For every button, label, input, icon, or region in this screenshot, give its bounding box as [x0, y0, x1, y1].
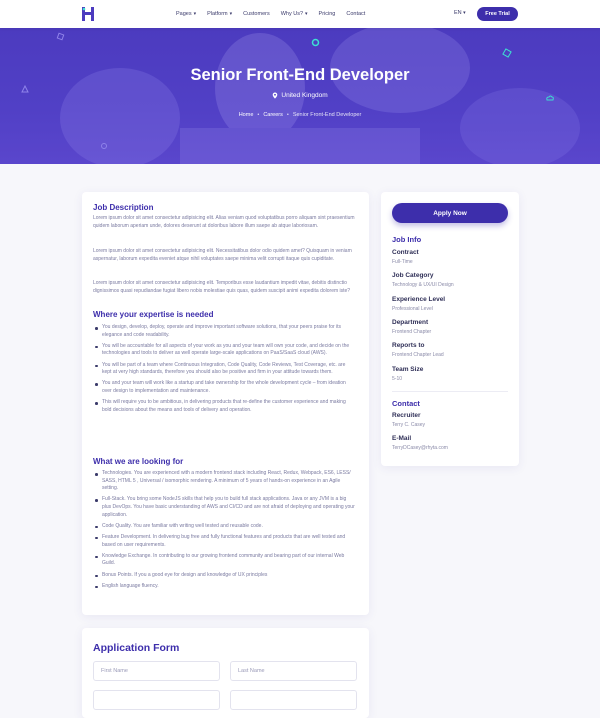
nav-item-label: Platform: [207, 11, 228, 17]
info-value: TerryDCasey@rhyta.com: [392, 445, 448, 452]
nav-item-label: Pricing: [318, 11, 336, 17]
nav-item-contact[interactable]: Contact: [346, 11, 365, 17]
job-description-heading: Job Description: [93, 203, 154, 212]
nav-item-whyus[interactable]: Why Us? ▾: [281, 11, 308, 17]
decor-circle-icon: [101, 143, 107, 149]
breadcrumb-separator: •: [257, 112, 260, 118]
list-item: You will be accountable for all aspects …: [93, 343, 355, 358]
nav-item-label: Pages: [176, 11, 192, 17]
expertise-list: You design, develop, deploy, operate and…: [93, 324, 355, 418]
job-location: United Kingdom: [0, 92, 600, 99]
map-pin-icon: [273, 92, 278, 99]
application-form-card: Application Form: [82, 628, 369, 718]
expertise-heading: Where your expertise is needed: [93, 310, 214, 319]
info-label: Department: [392, 318, 429, 326]
language-selector[interactable]: EN ▾: [454, 10, 466, 16]
info-value: Full-Time: [392, 259, 413, 265]
first-name-field[interactable]: [93, 661, 220, 681]
divider: [392, 391, 508, 392]
list-item: This will require you to be ambitious, i…: [93, 399, 355, 414]
apply-now-button[interactable]: Apply Now: [392, 203, 508, 223]
info-value: Terry C. Casey: [392, 422, 426, 428]
job-info-sidebar: Apply Now Job Info Contract Full-Time Job …: [381, 192, 519, 466]
hero-banner: Senior Front-End Developer United Kingdo…: [0, 28, 600, 164]
job-details-card: Job Description Lorem ipsum dolor sit am…: [82, 192, 369, 615]
brand-logo-icon[interactable]: [80, 5, 96, 23]
language-label: EN: [454, 10, 462, 16]
list-item: English language fluency.: [93, 583, 355, 591]
free-trial-button[interactable]: Free Trial: [477, 7, 518, 21]
list-item: Bonus Points. If you a good eye for desi…: [93, 572, 355, 580]
last-name-field[interactable]: [230, 661, 357, 681]
breadcrumb-home-link[interactable]: Home: [239, 112, 254, 118]
chevron-down-icon: ▾: [193, 11, 197, 17]
description-paragraph: Lorem ipsum dolor sit amet consectetur a…: [93, 280, 351, 294]
breadcrumb-current: Senior Front-End Developer: [292, 112, 362, 118]
info-value: Frontend Chapter: [392, 328, 432, 335]
navbar: Pages ▾ Platform ▾ Customers Why Us? ▾ Pricing C…: [0, 0, 600, 28]
info-value: 5-10: [392, 375, 403, 382]
info-label: Job Category: [392, 272, 434, 280]
page-title: Senior Front-End Developer: [190, 66, 410, 84]
location-label: United Kingdom: [281, 92, 328, 99]
nav-item-platform[interactable]: Platform ▾: [207, 11, 232, 17]
nav-item-pages[interactable]: Pages ▾: [176, 11, 196, 17]
info-label: Reports to: [392, 342, 425, 350]
decor-circle-icon: [311, 38, 320, 47]
info-label: Experience Level: [392, 295, 446, 303]
description-paragraph: Lorem ipsum dolor sit amet consectetur a…: [93, 248, 352, 262]
list-item: You and your team will work like a start…: [93, 380, 355, 395]
info-value: Technology & UX/UI Design: [392, 282, 454, 289]
nav-item-label: Contact: [346, 11, 366, 17]
main-menu: Pages ▾ Platform ▾ Customers Why Us? ▾ Pricing C…: [176, 0, 376, 28]
list-item: Technologies. You are experienced with a…: [93, 470, 355, 493]
form-field[interactable]: [230, 690, 357, 710]
info-label: E-Mail: [392, 435, 412, 443]
chevron-down-icon: ▾: [229, 11, 233, 17]
requirements-list: Technologies. You are experienced with a…: [93, 470, 355, 594]
info-value: Frontend Chapter Lead: [392, 352, 444, 359]
nav-item-customers[interactable]: Customers: [243, 11, 270, 17]
looking-for-heading: What we are looking for: [93, 457, 184, 466]
info-label: Contract: [392, 249, 419, 256]
list-item: Full-Stack. You bring some NodeJS skills…: [93, 496, 355, 519]
application-form-title: Application Form: [93, 642, 180, 654]
decor-square-icon: [56, 32, 65, 41]
list-item: Code Quality. You are familiar with writ…: [93, 523, 355, 531]
list-item: Feature Development. In delivering bug f…: [93, 534, 355, 549]
decor-square-icon: [502, 48, 512, 58]
info-label: Recruiter: [392, 412, 421, 419]
form-field[interactable]: [93, 690, 220, 710]
nav-item-pricing[interactable]: Pricing: [319, 11, 336, 17]
chevron-down-icon: ▾: [305, 11, 308, 17]
list-item: You will be part of a team where Continu…: [93, 362, 355, 377]
nav-item-label: Why Us?: [280, 11, 304, 17]
info-label: Team Size: [392, 365, 424, 373]
info-value: Professional Level: [392, 305, 433, 312]
contact-heading: Contact: [392, 399, 420, 408]
breadcrumb-separator: •: [286, 112, 289, 118]
list-item: You design, develop, deploy, operate and…: [93, 324, 355, 339]
nav-item-label: Customers: [243, 11, 270, 17]
description-paragraph: Lorem ipsum dolor sit amet consectetur a…: [93, 215, 355, 229]
chevron-down-icon: ▾: [463, 10, 466, 16]
breadcrumb: Home • Careers • Senior Front-End Develo…: [0, 112, 600, 118]
list-item: Knowledge Exchange. In contributing to o…: [93, 553, 355, 568]
breadcrumb-careers-link[interactable]: Careers: [263, 112, 283, 118]
job-info-heading: Job Info: [392, 235, 422, 244]
